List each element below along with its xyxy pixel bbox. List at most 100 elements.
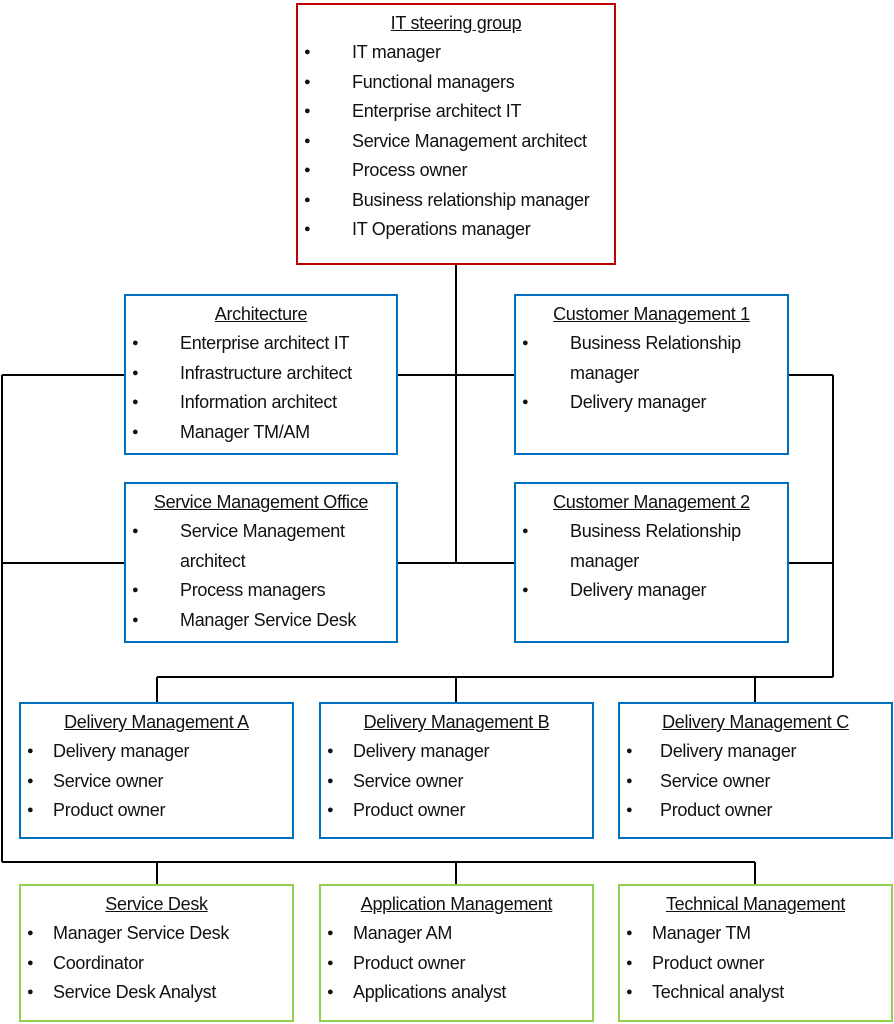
role-label: Business Relationship manager <box>570 521 741 571</box>
role-list: ● Enterprise architect IT ● Infrastructure … <box>132 329 390 447</box>
role-label: Delivery manager <box>570 580 707 600</box>
role-label: Manager AM <box>353 923 453 943</box>
role-item: ● Manager AM <box>327 919 586 949</box>
box-title: Application Management <box>360 894 553 914</box>
role-item: ● IT Operations manager <box>304 215 608 245</box>
role-item: ● Business Relationship manager <box>522 329 781 388</box>
bullet-icon: ● <box>327 745 334 757</box>
bullet-icon: ● <box>626 927 633 939</box>
role-label: Infrastructure architect <box>180 362 352 383</box>
bullet-icon: ● <box>626 956 633 969</box>
role-label: Delivery manager <box>353 741 490 761</box>
bullet-icon: ● <box>327 774 334 787</box>
bullet-icon: ● <box>522 584 529 596</box>
connector-line <box>455 862 457 884</box>
role-label: Functional managers <box>352 71 515 92</box>
connector-line <box>2 374 124 376</box>
box-technical-management: Technical Management ● Manager TM ● Product … <box>618 884 893 1022</box>
connector-line <box>789 562 833 564</box>
role-label: Service Management architect <box>352 130 587 151</box>
role-label: Product owner <box>353 800 466 820</box>
bullet-icon: ● <box>132 425 139 438</box>
role-label: Business relationship manager <box>352 189 590 210</box>
role-list: ● Manager TM ● Product owner ● Technical anal… <box>626 919 885 1008</box>
bullet-icon: ● <box>132 613 139 626</box>
role-item: ● Process owner <box>304 156 608 186</box>
bullet-icon: ● <box>626 745 633 757</box>
box-it-steering-group: IT steering group ● IT manager ● Functional … <box>296 3 616 265</box>
box-title: Customer Management 2 <box>553 492 750 512</box>
role-item: ● Functional managers <box>304 68 608 98</box>
role-label: Product owner <box>53 800 166 820</box>
role-item: ● Product owner <box>626 949 885 979</box>
role-item: ● Service owner <box>327 767 586 797</box>
role-item: ● Delivery manager <box>27 737 286 767</box>
role-label: Enterprise architect IT <box>180 333 350 353</box>
connector-line <box>2 562 124 564</box>
box-title: Delivery Management A <box>64 712 249 732</box>
role-item: ● Service Management architect <box>304 127 608 157</box>
bullet-icon: ● <box>132 366 139 379</box>
role-item: ● Service owner <box>626 767 885 797</box>
connector-line <box>398 562 514 564</box>
bullet-icon: ● <box>27 986 34 998</box>
role-item: ● Enterprise architect IT <box>304 97 608 127</box>
bullet-icon: ● <box>304 223 311 235</box>
role-item: ● Service Desk Analyst <box>27 978 286 1008</box>
connector-line <box>832 375 834 677</box>
role-label: Product owner <box>652 952 765 973</box>
connector-line <box>455 677 457 702</box>
role-list: ● IT manager ● Functional managers ● Enterpri… <box>304 38 608 245</box>
role-list: ● Delivery manager ● Service owner ● Product … <box>27 737 286 826</box>
bullet-icon: ● <box>132 396 139 408</box>
bullet-icon: ● <box>132 525 139 537</box>
bullet-icon: ● <box>327 986 334 998</box>
box-title: Delivery Management C <box>662 712 849 732</box>
connector-line <box>2 861 755 863</box>
role-item: ● Technical analyst <box>626 978 885 1008</box>
role-label: Business Relationship manager <box>570 333 741 383</box>
box-delivery-management-b: Delivery Management B ● Delivery manager ● S… <box>319 702 594 839</box>
role-label: Service owner <box>53 770 164 791</box>
box-delivery-management-a: Delivery Management A ● Delivery manager ● S… <box>19 702 294 839</box>
role-label: Applications analyst <box>353 982 507 1002</box>
connector-line <box>156 677 158 702</box>
connector-line <box>754 677 756 702</box>
box-customer-management-1: Customer Management 1 ● Business Relations… <box>514 294 789 455</box>
role-label: Delivery manager <box>570 392 707 412</box>
role-item: ● Service owner <box>27 767 286 797</box>
connector-line <box>455 265 457 563</box>
bullet-icon: ● <box>304 46 311 58</box>
role-item: ● Information architect <box>132 388 390 418</box>
bullet-icon: ● <box>304 134 311 147</box>
bullet-icon: ● <box>132 337 139 349</box>
role-label: Manager TM <box>652 923 751 943</box>
role-item: ● Product owner <box>27 796 286 826</box>
box-title: Architecture <box>214 304 308 324</box>
role-label: Technical analyst <box>652 982 784 1002</box>
role-label: Manager Service Desk <box>53 923 230 943</box>
role-label: Service owner <box>660 770 771 791</box>
role-item: ● Delivery manager <box>522 388 781 418</box>
connector-line <box>156 862 158 884</box>
box-customer-management-2: Customer Management 2 ● Business Relations… <box>514 482 789 643</box>
box-architecture: Architecture ● Enterprise architect IT ● Inf… <box>124 294 398 455</box>
role-item: ● Delivery manager <box>626 737 885 767</box>
bullet-icon: ● <box>522 337 529 349</box>
bullet-icon: ● <box>304 164 311 176</box>
bullet-icon: ● <box>327 927 334 939</box>
role-list: ● Business Relationship manager ● Delivery … <box>522 329 781 418</box>
role-item: ● Delivery manager <box>327 737 586 767</box>
role-label: Service Management architect <box>180 521 345 571</box>
role-label: Service owner <box>353 770 464 791</box>
role-label: IT Operations manager <box>352 219 531 239</box>
role-item: ● Business relationship manager <box>304 186 608 216</box>
box-service-desk: Service Desk ● Manager Service Desk ● Coordi… <box>19 884 294 1022</box>
role-label: Coordinator <box>53 952 144 973</box>
bullet-icon: ● <box>27 956 34 969</box>
bullet-icon: ● <box>327 956 334 969</box>
box-delivery-management-c: Delivery Management C ● Delivery manager ● S… <box>618 702 893 839</box>
box-service-management-office: Service Management Office ● Service Manage… <box>124 482 398 643</box>
role-label: Product owner <box>660 800 773 820</box>
role-item: ● Applications analyst <box>327 978 586 1008</box>
